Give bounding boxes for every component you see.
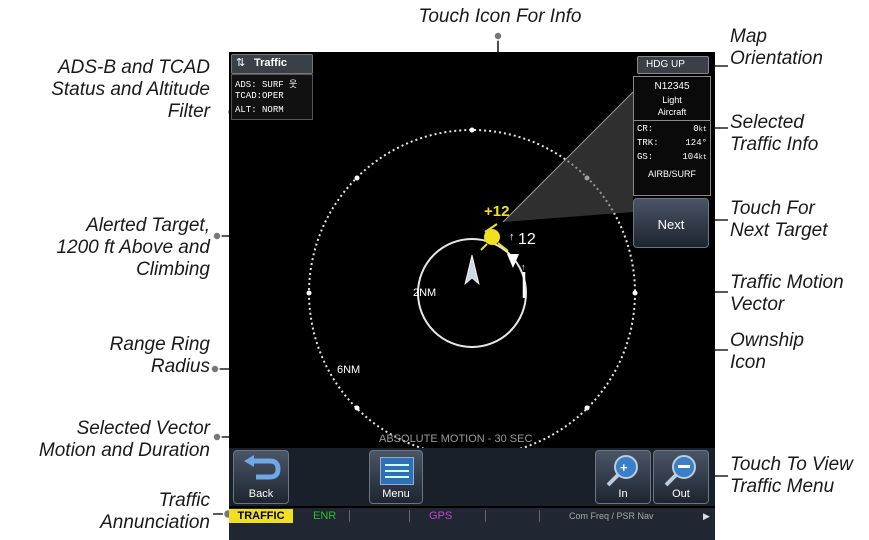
alerted-target[interactable]: ↑ [480,223,509,252]
traffic-screen: ↑ +12 ↑ 12 ↑ 2NM 6NM ABSOLUTE MOTION - 3… [229,52,715,540]
selected-traffic-info: N12345 Light Aircraft CR: 0kt TRK: 124° … [633,76,711,196]
svg-text:↑: ↑ [509,231,515,243]
next-target-button[interactable]: Next [633,198,709,248]
status-box[interactable]: ADS: SURF 웃 TCAD:OPER ALT: NORM [231,74,313,120]
traffic-title: Traffic [254,57,288,69]
callout-range-ring: Range Ring Radius [109,334,210,377]
callout-adsb-status: ADS-B and TCAD Status and Altitude Filter [51,57,210,122]
svg-text:↑: ↑ [493,237,498,247]
callout-motion-vector: Traffic Motion Vector [730,272,844,315]
traffic-title-button[interactable]: ⇅ Traffic [231,54,313,74]
callout-selected-vector: Selected Vector Motion and Duration [38,418,210,461]
svg-text:12: 12 [518,231,536,248]
zoom-in-button[interactable]: + In [595,450,651,504]
callout-touch-next: Touch For Next Target [730,198,828,241]
back-arrow-icon [244,455,281,480]
back-button[interactable]: Back [233,450,289,504]
play-arrow-icon: ▶ [703,511,710,521]
motion-label: ABSOLUTE MOTION - 30 SEC [379,433,532,445]
zoom-out-button[interactable]: Out [653,450,709,504]
zoom-in-icon: + [606,455,638,487]
inner-ring-label: 2NM [413,287,436,299]
person-icon: 웃 [289,80,298,90]
callout-map-orientation: Map Orientation [730,26,823,69]
map-orientation-button[interactable]: HDG UP [637,56,709,74]
gps-annunciation: GPS [429,510,453,522]
traffic-icon: ⇅ [236,57,246,69]
callout-alerted-target: Alerted Target, 1200 ft Above and Climbing [56,215,210,280]
zoom-out-icon [664,455,696,487]
svg-text:+: + [620,460,628,475]
callout-traffic-menu: Touch To View Traffic Menu [730,454,853,497]
callout-touch-icon-info: Touch Icon For Info [418,6,582,27]
traffic-target[interactable]: ↑ 12 ↑ [507,231,536,298]
alert-target-altitude: +12 [484,203,509,220]
annunciation-bar: TRAFFIC ENR GPS Com Freq / PSR Nav ▶ [229,508,715,540]
callout-ownship: Ownship Icon [730,330,804,373]
traffic-annunciation: TRAFFIC [229,509,293,523]
callout-traffic-annunciation: Traffic Annunciation [100,490,210,533]
outer-ring-label: 6NM [337,364,360,376]
svg-text:↑: ↑ [521,262,526,272]
menu-icon [380,457,414,485]
menu-button[interactable]: Menu [369,450,423,504]
callout-selected-traffic-info: Selected Traffic Info [730,112,819,155]
enr-annunciation: ENR [313,510,337,522]
ownship-icon [464,254,480,286]
com-freq-annunciation[interactable]: Com Freq / PSR Nav [569,509,654,523]
